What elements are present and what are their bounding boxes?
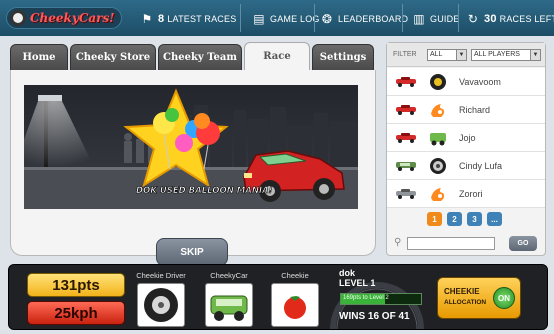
red-car-icon <box>396 77 416 87</box>
tab-home[interactable]: Home <box>10 44 68 70</box>
race-panel: Home Cheeky Store Cheeky Team Race Setti… <box>10 42 376 266</box>
search-icon: ⚲ <box>394 237 402 248</box>
wheel-logo-icon <box>10 10 26 26</box>
fire-icon <box>431 104 445 117</box>
player-name: Vavavoom <box>459 77 501 87</box>
grey-car-icon <box>396 189 416 199</box>
chevron-down-icon: ▼ <box>530 50 540 60</box>
refresh-icon: ↻ <box>467 12 479 26</box>
tab-bar: Home Cheeky Store Cheeky Team Race Setti… <box>10 42 376 70</box>
tab-cheeky-team[interactable]: Cheeky Team <box>158 44 242 70</box>
chevron-down-icon: ▼ <box>456 50 466 60</box>
speed-display: 25kph <box>27 301 125 325</box>
green-car-icon <box>396 162 416 171</box>
go-button[interactable]: GO <box>509 236 537 251</box>
game-log-label: GAME LOG <box>270 14 320 24</box>
player-name: Cindy Lufa <box>459 161 503 171</box>
leaderboard-link[interactable]: ❂ LEADERBOARD <box>320 10 408 28</box>
tire-icon <box>430 74 446 90</box>
level-progress-text: 169pts to Level 2 <box>343 295 389 301</box>
page-2-button[interactable]: 2 <box>447 212 462 226</box>
level-label: LEVEL 1 <box>339 278 376 288</box>
driver-slot-label: Cheekie Driver <box>136 271 186 280</box>
page-3-button[interactable]: 3 <box>467 212 482 226</box>
scope-select[interactable]: ALL ▼ <box>427 49 467 61</box>
racing-car-icon: ❂ <box>321 12 333 26</box>
cheekie-allocation-toggle[interactable]: CHEEKIE ALLOCATION ON <box>437 277 521 319</box>
cheekycars-logo[interactable]: CheekyCars! <box>6 7 122 29</box>
book-icon: ▥ <box>413 12 425 26</box>
points-display: 131pts <box>27 273 125 297</box>
player-name: Richard <box>459 105 491 115</box>
red-car-icon <box>396 105 416 115</box>
cheekie-slot[interactable] <box>271 283 319 327</box>
tab-settings[interactable]: Settings <box>312 44 374 70</box>
race-caption: DOK USED BALLOON MANIA! <box>136 186 273 196</box>
player-row[interactable]: Vavavoom <box>387 68 545 96</box>
search-input[interactable] <box>407 237 495 250</box>
checkered-flag-icon: ⚑ <box>141 12 153 26</box>
player-name: Zorori <box>459 189 483 199</box>
players-select-value: ALL PLAYERS <box>474 51 520 58</box>
allocation-title: CHEEKIE <box>444 287 480 296</box>
skip-button[interactable]: SKIP <box>156 238 228 266</box>
filter-bar: FILTER ALL ▼ ALL PLAYERS ▼ <box>387 43 545 67</box>
scope-select-value: ALL <box>430 51 443 58</box>
red-car-icon <box>396 133 416 143</box>
car-slot[interactable] <box>205 283 253 327</box>
divider <box>240 4 241 32</box>
search-bar: ⚲ GO <box>387 233 545 255</box>
player-name-label: dok <box>339 268 356 278</box>
guide-link[interactable]: ▥ GUIDE <box>412 10 460 28</box>
tomato-icon <box>284 296 306 319</box>
latest-races-link[interactable]: ⚑ 8 LATEST RACES <box>140 10 237 28</box>
tab-cheeky-store[interactable]: Cheeky Store <box>70 44 156 70</box>
race-list-panel: FILTER ALL ▼ ALL PLAYERS ▼ Vavavoom Rich… <box>386 42 546 256</box>
player-row[interactable]: Cindy Lufa <box>387 152 545 180</box>
wheel-icon <box>430 158 446 174</box>
guide-label: GUIDE <box>430 14 460 24</box>
races-left-indicator[interactable]: ↻ 30 RACES LEFT <box>466 10 554 28</box>
cheekie-slot-label: Cheekie <box>281 271 309 280</box>
player-row[interactable]: Jojo <box>387 124 545 152</box>
divider <box>402 4 403 32</box>
top-navigation-bar: CheekyCars! ⚑ 8 LATEST RACES ▤ GAME LOG … <box>0 0 554 36</box>
allocation-subtitle: ALLOCATION <box>444 299 487 306</box>
tab-content: DOK USED BALLOON MANIA! SKIP <box>10 70 376 266</box>
races-left-label: RACES LEFT <box>499 14 554 24</box>
leaderboard-label: LEADERBOARD <box>338 14 409 24</box>
wins-label: WINS 16 OF 41 <box>339 311 410 322</box>
green-car-icon <box>210 295 248 321</box>
fire-icon <box>431 188 445 201</box>
game-log-link[interactable]: ▤ GAME LOG <box>252 10 320 28</box>
level-progress-bar: 169pts to Level 2 <box>340 293 422 305</box>
player-row[interactable]: Zorori <box>387 180 545 208</box>
divider <box>458 4 459 32</box>
more-pages-button[interactable]: ... <box>487 212 502 226</box>
divider <box>314 4 315 32</box>
green-car-icon <box>430 133 446 146</box>
latest-races-label: LATEST RACES <box>167 14 237 24</box>
car-slot-label: CheekyCar <box>210 271 248 280</box>
document-icon: ▤ <box>253 12 265 26</box>
race-animation-scene: DOK USED BALLOON MANIA! <box>24 85 358 209</box>
driver-slot[interactable] <box>137 283 185 327</box>
player-name: Jojo <box>459 133 476 143</box>
players-select[interactable]: ALL PLAYERS ▼ <box>471 49 541 61</box>
logo-text: CheekyCars! <box>30 11 115 25</box>
tire-icon <box>144 288 178 322</box>
latest-races-count: 8 <box>158 13 165 25</box>
tab-race[interactable]: Race <box>244 42 310 70</box>
race-scene-graphic: DOK USED BALLOON MANIA! <box>24 85 358 209</box>
filter-label: FILTER <box>393 51 417 58</box>
page-1-button[interactable]: 1 <box>427 212 442 226</box>
races-left-count: 30 <box>484 13 497 25</box>
on-indicator: ON <box>493 287 515 309</box>
player-stats-bar: 131pts 25kph Cheekie Driver CheekyCar Ch… <box>8 264 548 330</box>
player-row[interactable]: Richard <box>387 96 545 124</box>
